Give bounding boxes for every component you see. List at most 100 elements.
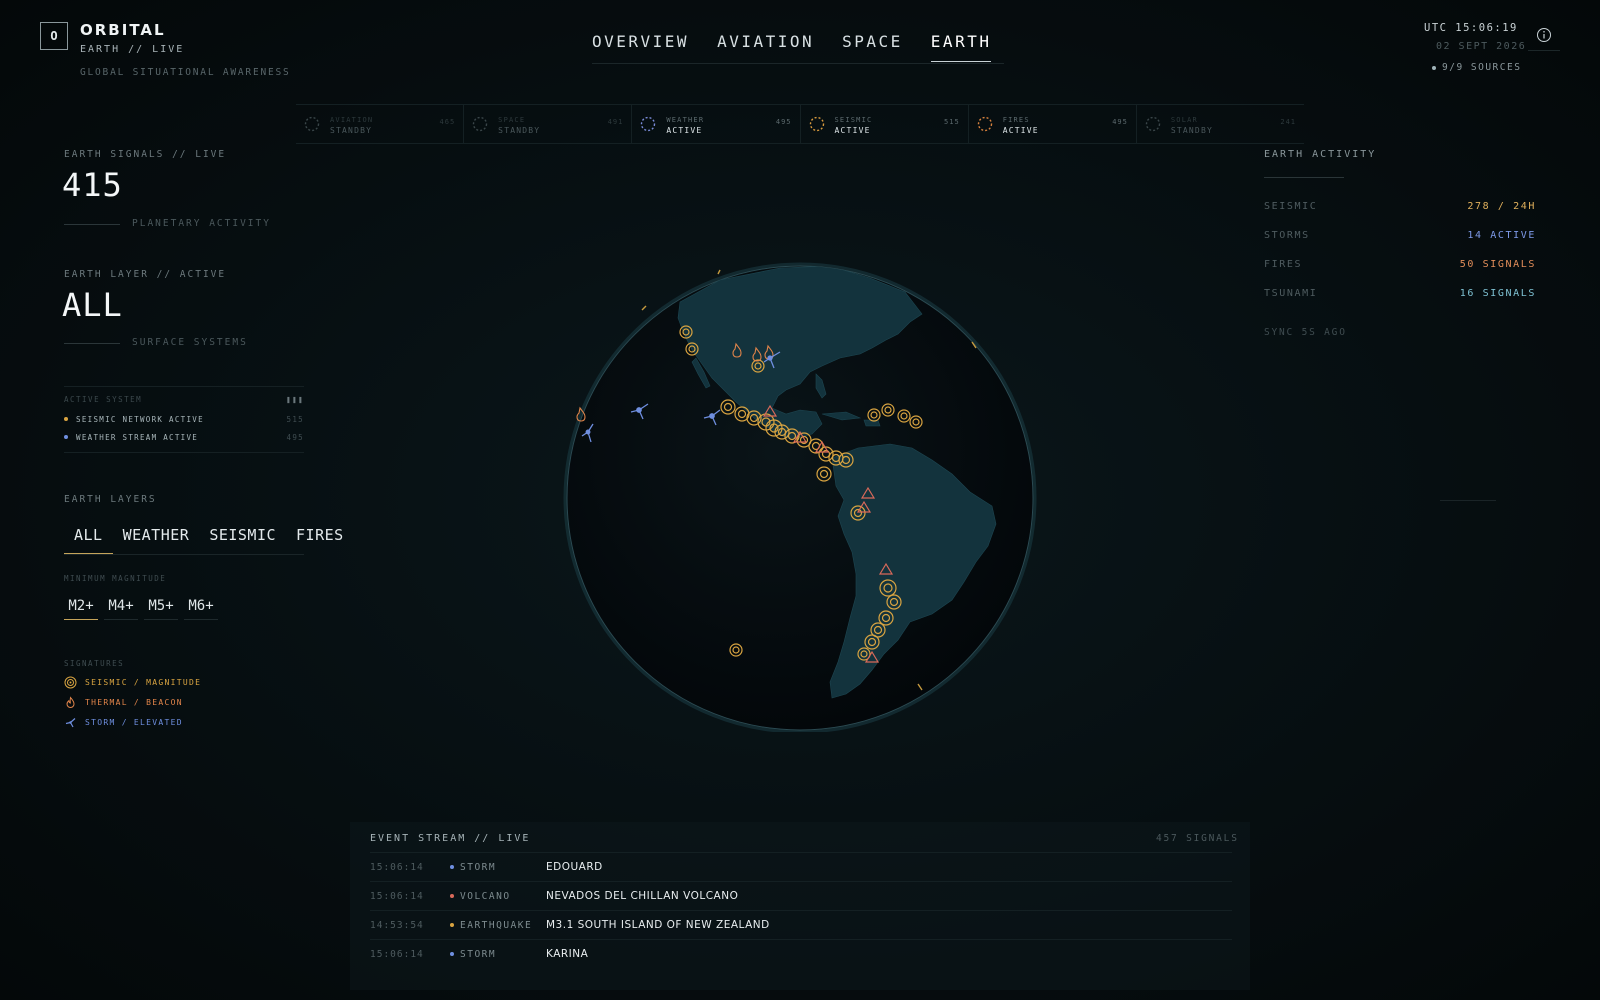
active-system-panel: ACTIVE SYSTEM ❚❚❚ SEISMIC NETWORK ACTIVE 5… bbox=[64, 386, 304, 453]
tab-aviation[interactable]: AVIATION bbox=[717, 32, 814, 62]
signature-thermal: THERMAL / BEACON bbox=[64, 696, 183, 709]
event-row[interactable]: 15:06:14 VOLCANO NEVADOS DEL CHILLAN VOL… bbox=[370, 881, 1232, 910]
signature-label: STORM / ELEVATED bbox=[85, 718, 183, 727]
activity-value: 278 / 24H bbox=[1467, 201, 1536, 212]
main-nav: OVERVIEW AVIATION SPACE EARTH bbox=[592, 32, 992, 62]
signatures-label: SIGNATURES bbox=[64, 659, 125, 668]
active-system-row: WEATHER STREAM ACTIVE 495 bbox=[64, 428, 304, 446]
status-seismic[interactable]: SEISMIC ACTIVE 515 bbox=[801, 105, 969, 143]
utc-clock: UTC 15:06:19 bbox=[1424, 22, 1518, 34]
event-type-dot bbox=[450, 865, 454, 869]
seismic-dot bbox=[64, 417, 68, 421]
info-divider bbox=[1528, 50, 1560, 51]
layer-rule bbox=[64, 343, 120, 344]
event-name: NEVADOS DEL CHILLAN VOLCANO bbox=[546, 890, 739, 902]
activity-value: 16 SIGNALS bbox=[1459, 288, 1536, 299]
active-system-count: 495 bbox=[286, 432, 304, 442]
event-type-dot bbox=[450, 952, 454, 956]
status-state: STANDBY bbox=[1170, 125, 1213, 135]
signals-value: 415 bbox=[62, 166, 123, 204]
activity-row-tsunami: TSUNAMI 16 SIGNALS bbox=[1264, 288, 1536, 299]
tab-space[interactable]: SPACE bbox=[842, 32, 903, 62]
pause-button[interactable]: ❚❚❚ bbox=[286, 395, 304, 404]
magnitude-m2[interactable]: M2+ bbox=[64, 596, 98, 620]
event-type-label: EARTHQUAKE bbox=[460, 919, 533, 931]
logo-mark[interactable]: O bbox=[40, 22, 68, 50]
status-weather[interactable]: WEATHER ACTIVE 495 bbox=[632, 105, 801, 143]
event-type-dot bbox=[450, 894, 454, 898]
status-state: ACTIVE bbox=[666, 125, 703, 135]
earth-globe[interactable] bbox=[560, 262, 1040, 732]
activity-row-storms: STORMS 14 ACTIVE bbox=[1264, 230, 1536, 241]
active-system-count: 515 bbox=[286, 414, 304, 424]
magnitude-label: MINIMUM MAGNITUDE bbox=[64, 574, 167, 583]
sync-status: SYNC 5S AGO bbox=[1264, 327, 1347, 338]
event-row[interactable]: 15:06:14 STORM EDOUARD bbox=[370, 852, 1232, 881]
status-state: ACTIVE bbox=[834, 125, 871, 135]
status-aviation[interactable]: AVIATION STANDBY 465 bbox=[296, 105, 465, 143]
layer-subtitle: SURFACE SYSTEMS bbox=[132, 337, 248, 348]
event-name: EDOUARD bbox=[546, 861, 603, 873]
event-type-dot bbox=[450, 923, 454, 927]
magnitude-m6[interactable]: M6+ bbox=[184, 596, 218, 620]
activity-key: SEISMIC bbox=[1264, 201, 1318, 212]
status-count: 495 bbox=[775, 118, 792, 126]
status-fires[interactable]: FIRES ACTIVE 495 bbox=[969, 105, 1137, 143]
right-divider bbox=[1440, 500, 1496, 501]
sources-label: 9/9 SOURCES bbox=[1442, 62, 1522, 73]
status-state: ACTIVE bbox=[1002, 125, 1039, 135]
sources-dot bbox=[1432, 65, 1436, 70]
status-count: 495 bbox=[1112, 118, 1128, 126]
layer-tab-fires[interactable]: FIRES bbox=[286, 520, 354, 554]
logo-letter: O bbox=[50, 29, 58, 43]
magnitude-m4[interactable]: M4+ bbox=[104, 596, 138, 620]
tab-overview[interactable]: OVERVIEW bbox=[592, 32, 689, 62]
event-row[interactable]: 14:53:54 EARTHQUAKE M3.1 SOUTH ISLAND OF… bbox=[370, 910, 1232, 939]
event-name: KARINA bbox=[546, 948, 589, 960]
event-stream-title: EVENT STREAM // LIVE bbox=[370, 833, 531, 844]
edge-tick bbox=[641, 305, 647, 311]
seismic-ring-icon bbox=[809, 116, 824, 132]
weather-dot bbox=[64, 435, 68, 439]
weather-ring-icon bbox=[641, 116, 656, 132]
tab-earth[interactable]: EARTH bbox=[930, 32, 992, 62]
status-solar[interactable]: SOLAR STANDBY 241 bbox=[1137, 105, 1304, 143]
brand-subtitle: EARTH // LIVE bbox=[80, 44, 185, 55]
aviation-ring-icon bbox=[304, 116, 320, 132]
event-name: M3.1 SOUTH ISLAND OF NEW ZEALAND bbox=[546, 919, 770, 931]
signature-label: THERMAL / BEACON bbox=[85, 698, 183, 707]
earth-layers-label: EARTH LAYERS bbox=[64, 494, 157, 505]
status-count: 491 bbox=[607, 118, 624, 126]
event-time: 14:53:54 bbox=[370, 919, 424, 931]
layer-status-bar: AVIATION STANDBY 465 SPACE STANDBY 491 WEA… bbox=[296, 104, 1304, 144]
event-type-label: VOLCANO bbox=[460, 890, 511, 902]
event-type-label: STORM bbox=[460, 861, 497, 873]
layer-tabs: ALL WEATHER SEISMIC FIRES bbox=[64, 520, 343, 555]
signature-seismic: SEISMIC / MAGNITUDE bbox=[64, 676, 201, 689]
layer-label: EARTH LAYER // ACTIVE bbox=[64, 269, 227, 280]
layer-tab-all[interactable]: ALL bbox=[64, 520, 113, 554]
activity-row-fires: FIRES 50 SIGNALS bbox=[1264, 259, 1536, 270]
layer-tab-weather[interactable]: WEATHER bbox=[113, 520, 200, 554]
event-stream-count: 457 SIGNALS bbox=[1156, 833, 1239, 844]
info-icon[interactable] bbox=[1536, 27, 1552, 43]
status-name: SPACE bbox=[498, 115, 526, 124]
active-system-label: WEATHER STREAM ACTIVE bbox=[76, 432, 199, 442]
magnitude-m5[interactable]: M5+ bbox=[144, 596, 178, 620]
event-time: 15:06:14 bbox=[370, 861, 424, 873]
event-type: VOLCANO bbox=[450, 891, 546, 902]
solar-ring-icon bbox=[1145, 116, 1161, 132]
brand-name: ORBITAL bbox=[80, 21, 166, 39]
layer-tab-seismic[interactable]: SEISMIC bbox=[199, 520, 286, 554]
event-type: STORM bbox=[450, 949, 546, 960]
event-type: STORM bbox=[450, 862, 546, 873]
event-time: 15:06:14 bbox=[370, 948, 424, 960]
status-space[interactable]: SPACE STANDBY 491 bbox=[464, 105, 633, 143]
activity-key: FIRES bbox=[1264, 259, 1303, 270]
sources-status: 9/9 SOURCES bbox=[1432, 62, 1521, 73]
event-row[interactable]: 15:06:14 STORM KARINA bbox=[370, 939, 1232, 968]
storm-icon bbox=[65, 718, 76, 728]
earth-activity-title: EARTH ACTIVITY bbox=[1264, 149, 1377, 160]
status-count: 465 bbox=[439, 118, 456, 126]
active-system-row: SEISMIC NETWORK ACTIVE 515 bbox=[64, 410, 304, 428]
